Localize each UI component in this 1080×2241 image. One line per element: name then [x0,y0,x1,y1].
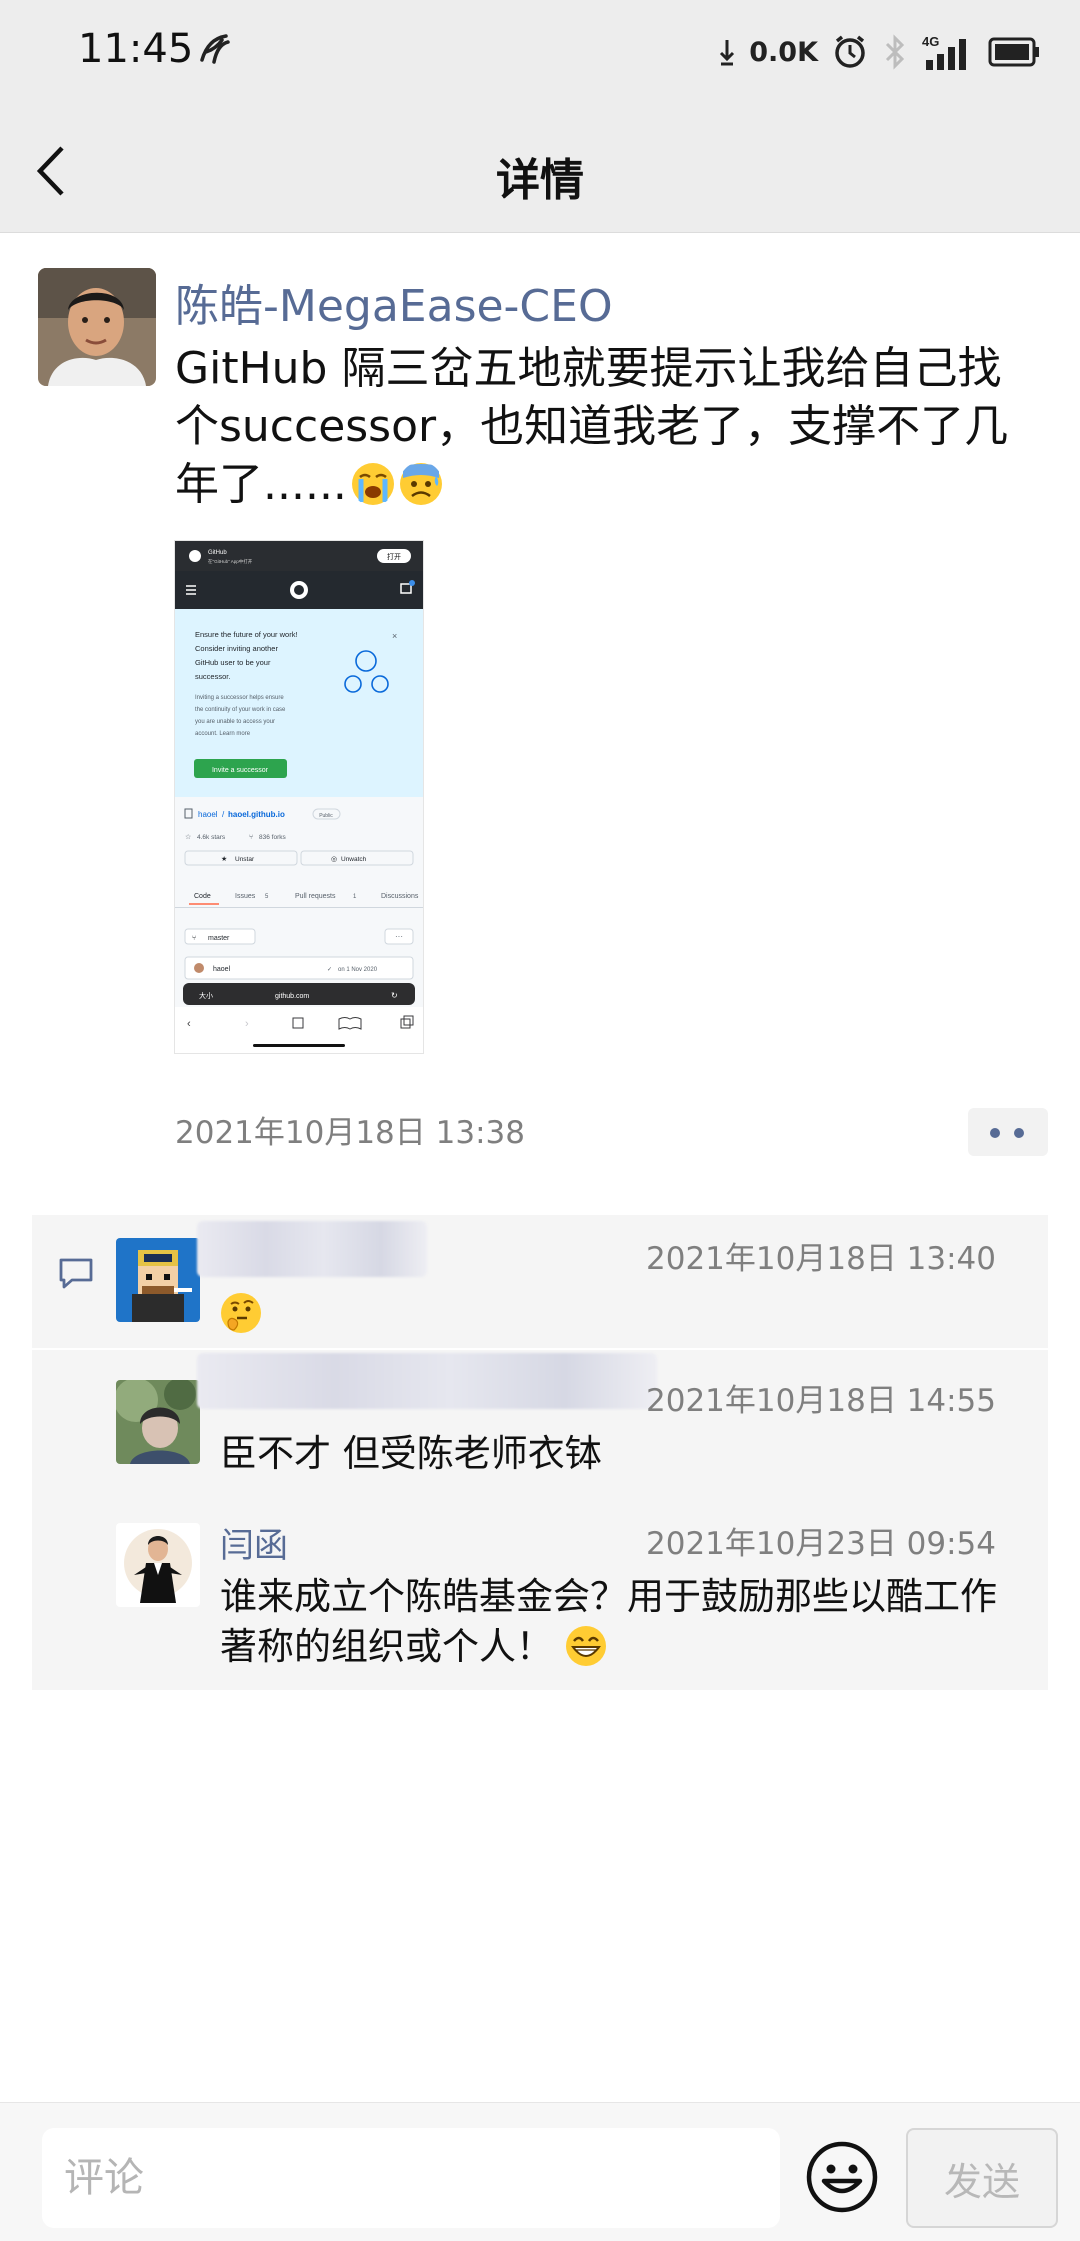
alarm-icon [835,35,865,68]
blurred-commenter-name [197,1353,657,1409]
network-type-text: 4G [922,34,939,49]
grinning-face-icon [565,1626,606,1666]
shot-open-label: 打开 [387,552,401,561]
send-button[interactable]: 发送 [906,2128,1058,2228]
status-bar: 11:45 0.0K 4G [0,0,1080,110]
comment-text: 臣不才 但受陈老师衣钵 [220,1432,602,1475]
thinking-face-icon [221,1293,261,1333]
status-icons: 0.0K 4G [719,30,1040,74]
status-time: 11:45 [78,26,194,72]
shot-app-name: GitHub [208,550,227,556]
commenter-avatar[interactable] [116,1238,200,1322]
navigation-header: 详情 [0,110,1080,233]
shot-repo-name: haoel.github.io [228,810,285,819]
svg-text:×: × [392,631,397,641]
github-screenshot-thumbnail: GitHub 在"GitHub" App中打开 打开 Ensure the fu… [175,541,423,1053]
svg-text:⑂: ⑂ [249,834,253,841]
carrier-icon [200,34,230,64]
blurred-commenter-name [197,1221,427,1277]
comment-input[interactable] [42,2128,780,2228]
shot-branch: master [208,935,230,942]
loudly-crying-face-icon [351,463,394,505]
post-content: GitHub 隔三岔五地就要提示让我给自己找个successor，也知道我老了，… [175,340,1045,514]
post-timestamp: 2021年10月18日 13:38 [175,1115,525,1151]
photo-avatar-icon [116,1523,200,1607]
smiley-icon[interactable] [804,2139,880,2215]
shot-tab-issues: Issues [235,893,256,900]
comment-divider [32,1348,1048,1350]
commenter-avatar[interactable] [116,1380,200,1464]
comment-icon [59,1258,93,1289]
anxious-face-with-sweat-icon [399,463,442,505]
shot-app-sub: 在"GitHub" App中打开 [208,558,253,565]
download-arrow-icon [720,40,735,66]
comment-timestamp: 2021年10月18日 14:55 [646,1383,996,1419]
svg-text:☆: ☆ [185,833,191,841]
shot-commit-date: on 1 Nov 2020 [338,967,378,973]
net-speed: 0.0K [749,36,818,68]
shot-repo-owner: haoel [198,810,218,819]
signal-icon: 4G [922,34,966,70]
author-name[interactable]: 陈皓-MegaEase-CEO [175,270,613,334]
shot-url: github.com [275,993,309,1000]
shot-tab-prs: Pull requests [295,893,336,900]
bluetooth-icon [885,34,905,70]
comments-section: 2021年10月18日 13:40 2021年10月18日 14:55 臣不才 … [32,1215,1048,1690]
svg-text:‹: ‹ [187,1018,191,1030]
shot-commit-user: haoel [213,966,231,973]
svg-text:✓: ✓ [327,967,332,973]
svg-text:↻: ↻ [391,991,398,1000]
comment-timestamp: 2021年10月18日 13:40 [646,1241,996,1277]
post-text: GitHub 隔三岔五地就要提示让我给自己找个successor，也知道我老了，… [175,343,1009,510]
author-avatar[interactable] [38,268,156,386]
author-photo-icon [38,268,156,386]
shot-unwatch: Unwatch [341,856,367,863]
shot-visibility: Public [319,813,333,819]
comment-text [220,1289,1020,1339]
shot-stars: 4.6k stars [197,834,226,841]
shot-tab-discussions: Discussions [381,893,419,900]
commenter-avatar[interactable] [116,1523,200,1607]
svg-text:◎: ◎ [331,856,337,863]
shot-invite-button: Invite a successor [212,767,269,774]
svg-text:★: ★ [221,855,227,863]
shot-text-size: 大小 [199,991,213,1000]
post-image[interactable]: GitHub 在"GitHub" App中打开 打开 Ensure the fu… [174,540,424,1054]
comment-bar: 发送 [0,2102,1080,2241]
svg-text:›: › [245,1018,249,1030]
commenter-name[interactable]: 闫函 [220,1518,288,1567]
battery-icon [988,37,1039,67]
pixel-avatar-icon [116,1238,200,1322]
comment-timestamp: 2021年10月23日 09:54 [646,1526,996,1562]
shot-unstar: Unstar [235,856,255,863]
svg-text:···: ··· [395,932,403,941]
page-title: 详情 [496,155,584,206]
comment-text-body: 谁来成立个陈皓基金会？用于鼓励那些以酷工作著称的组织或个人！ [220,1575,997,1668]
comment-text: 谁来成立个陈皓基金会？用于鼓励那些以酷工作著称的组织或个人！ [220,1572,1020,1672]
svg-text:⑂: ⑂ [192,935,196,942]
shot-tab-code: Code [194,893,211,900]
photo-avatar-icon [116,1380,200,1464]
more-dots-icon[interactable] [968,1108,1048,1156]
shot-forks: 836 forks [259,834,286,841]
